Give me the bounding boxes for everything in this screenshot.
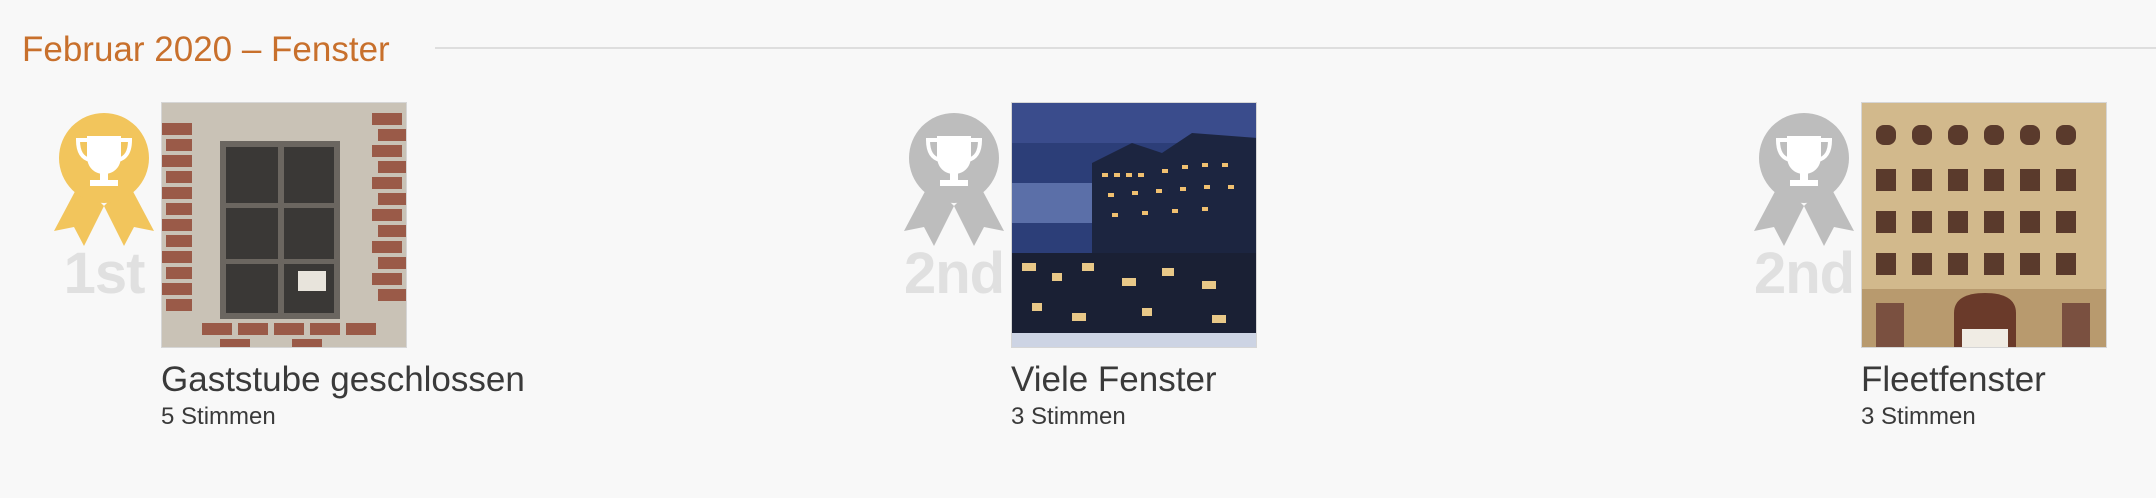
- award-badge: 1st: [44, 106, 164, 331]
- header-divider: [435, 47, 2156, 49]
- rank-label: 2nd: [1753, 241, 1855, 306]
- ranking-entry: 1st Gaststube geschlossen 5 Stimmen: [44, 100, 644, 440]
- silver-trophy-icon: [1754, 113, 1854, 246]
- entry-title[interactable]: Fleetfenster: [1861, 362, 2046, 397]
- silver-trophy-icon: [904, 113, 1004, 246]
- entry-votes: 3 Stimmen: [1011, 403, 1126, 430]
- section-title: Februar 2020 – Fenster: [22, 29, 390, 69]
- ranking-entry: 2nd Fleetfenster 3 Stimmen: [1744, 100, 2156, 440]
- entry-title[interactable]: Gaststube geschlossen: [161, 362, 525, 397]
- award-badge: 2nd: [894, 106, 1014, 331]
- entry-title[interactable]: Viele Fenster: [1011, 362, 1217, 397]
- rank-label: 1st: [63, 241, 146, 306]
- entry-votes: 5 Stimmen: [161, 403, 276, 430]
- ranking-entry: 2nd Viele Fenster 3 Stimmen: [894, 100, 1494, 440]
- rank-label: 2nd: [903, 241, 1005, 306]
- brick-facade-windows-photo: [1862, 103, 2106, 347]
- gold-trophy-icon: [54, 113, 154, 246]
- entry-photo[interactable]: [1011, 102, 1257, 348]
- old-window-photo: [162, 103, 406, 347]
- section-header: Februar 2020 – Fenster: [22, 24, 2156, 74]
- elbphilharmonie-night-photo: [1012, 103, 1256, 347]
- award-badge: 2nd: [1744, 106, 1864, 331]
- entry-photo[interactable]: [1861, 102, 2107, 348]
- entry-votes: 3 Stimmen: [1861, 403, 1976, 430]
- entry-photo[interactable]: [161, 102, 407, 348]
